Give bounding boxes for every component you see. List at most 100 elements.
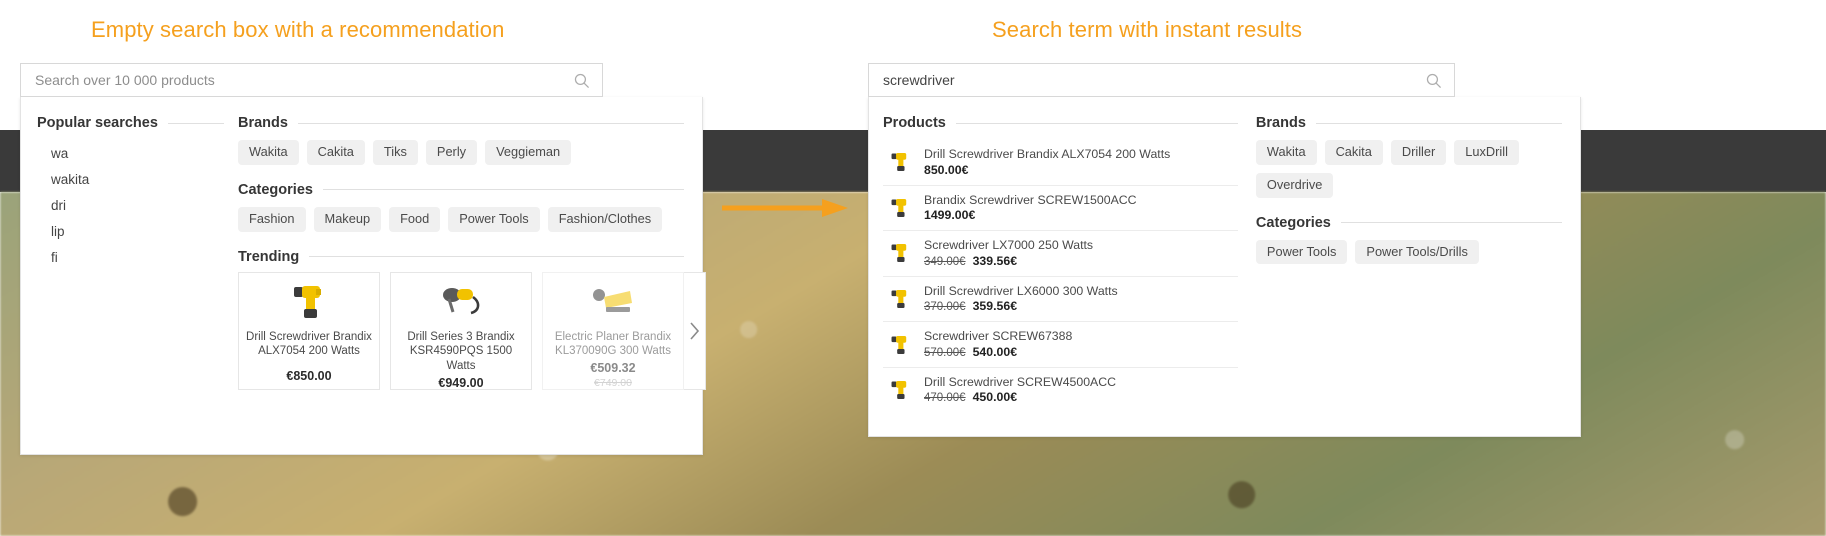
product-price: 850.00€ bbox=[924, 163, 968, 179]
product-row[interactable]: Screwdriver LX7000 250 Watts 349.00€ 339… bbox=[883, 231, 1238, 277]
trending-card-old-price: €749.00 bbox=[594, 377, 632, 389]
brands-label: Brands bbox=[238, 115, 288, 131]
drill-thumbnail-icon bbox=[885, 147, 915, 177]
product-prices: 850.00€ bbox=[924, 163, 1238, 179]
products-column: Products Drill Screwdriver Brandix bbox=[869, 97, 1238, 436]
right-panel-title: Search term with instant results bbox=[992, 17, 1302, 43]
electric-planer-image bbox=[586, 281, 640, 323]
product-row[interactable]: Drill Screwdriver SCREW4500ACC 470.00€ 4… bbox=[883, 368, 1238, 413]
popular-search-item[interactable]: lip bbox=[51, 218, 224, 244]
product-prices: 349.00€ 339.56€ bbox=[924, 254, 1238, 270]
product-old-price: 470.00€ bbox=[924, 391, 966, 406]
brand-chip[interactable]: Driller bbox=[1391, 140, 1446, 165]
trending-carousel: Drill Screwdriver Brandix ALX7054 200 Wa… bbox=[238, 272, 684, 390]
product-row[interactable]: Brandix Screwdriver SCREW1500ACC 1499.00… bbox=[883, 186, 1238, 232]
categories-chip-list-left: Fashion Makeup Food Power Tools Fashion/… bbox=[238, 207, 684, 232]
left-search-widget: Search over 10 000 products Popular sear… bbox=[20, 63, 703, 455]
products-heading: Products bbox=[883, 115, 1238, 131]
trending-card-name: Drill Screwdriver Brandix ALX7054 200 Wa… bbox=[245, 330, 373, 367]
categories-label: Categories bbox=[1256, 215, 1331, 231]
categories-chip-list-right: Power Tools Power Tools/Drills bbox=[1256, 240, 1562, 265]
trending-card-name: Electric Planer Brandix KL370090G 300 Wa… bbox=[549, 330, 677, 359]
search-input-left[interactable]: Search over 10 000 products bbox=[20, 63, 603, 97]
popular-search-item[interactable]: wakita bbox=[51, 166, 224, 192]
brand-chip[interactable]: Cakita bbox=[307, 140, 365, 165]
search-input-right[interactable]: screwdriver bbox=[868, 63, 1455, 97]
drill-thumbnail-icon bbox=[885, 238, 915, 268]
category-chip[interactable]: Fashion/Clothes bbox=[548, 207, 662, 232]
search-icon[interactable] bbox=[573, 72, 590, 89]
product-name: Drill Screwdriver SCREW4500ACC bbox=[924, 374, 1238, 391]
carousel-next-button[interactable] bbox=[684, 272, 706, 390]
trending-card[interactable]: Drill Series 3 Brandix KSR4590PQS 1500 W… bbox=[390, 272, 532, 390]
category-chip[interactable]: Makeup bbox=[314, 207, 382, 232]
brand-chip[interactable]: Wakita bbox=[1256, 140, 1317, 165]
right-facets-column: Brands Wakita Cakita Driller LuxDrill Ov… bbox=[1238, 97, 1580, 436]
category-chip[interactable]: Power Tools bbox=[448, 207, 539, 232]
product-name: Screwdriver SCREW67388 bbox=[924, 328, 1238, 345]
cordless-drill-image bbox=[286, 281, 332, 323]
product-name: Screwdriver LX7000 250 Watts bbox=[924, 237, 1238, 254]
product-prices: 1499.00€ bbox=[924, 208, 1238, 224]
product-row[interactable]: Screwdriver SCREW67388 570.00€ 540.00€ bbox=[883, 322, 1238, 368]
brands-heading-left: Brands bbox=[238, 115, 684, 131]
trending-card[interactable]: Electric Planer Brandix KL370090G 300 Wa… bbox=[542, 272, 684, 390]
popular-searches-column: Popular searches wa wakita dri lip fi bbox=[21, 97, 224, 454]
brand-chip[interactable]: Perly bbox=[426, 140, 477, 165]
product-price: 359.56€ bbox=[973, 299, 1017, 315]
category-chip[interactable]: Power Tools bbox=[1256, 240, 1347, 265]
heading-rule bbox=[168, 123, 224, 124]
search-placeholder-left: Search over 10 000 products bbox=[35, 73, 573, 87]
product-info: Drill Screwdriver LX6000 300 Watts 370.0… bbox=[924, 283, 1238, 316]
popular-search-item[interactable]: fi bbox=[51, 244, 224, 270]
search-query-text: screwdriver bbox=[883, 73, 1425, 87]
brand-chip[interactable]: Cakita bbox=[1325, 140, 1383, 165]
brand-chip[interactable]: Wakita bbox=[238, 140, 299, 165]
popular-search-item[interactable]: wa bbox=[51, 140, 224, 166]
product-info: Screwdriver LX7000 250 Watts 349.00€ 339… bbox=[924, 237, 1238, 270]
trending-card-price: €509.32 bbox=[590, 361, 635, 375]
heading-rule bbox=[956, 123, 1238, 124]
popular-searches-heading: Popular searches bbox=[37, 115, 224, 131]
category-chip[interactable]: Power Tools/Drills bbox=[1355, 240, 1478, 265]
heading-rule bbox=[1316, 123, 1562, 124]
popular-searches-list: wa wakita dri lip fi bbox=[37, 140, 224, 270]
brands-chip-list-right: Wakita Cakita Driller LuxDrill Overdrive bbox=[1256, 140, 1562, 198]
brand-chip[interactable]: Overdrive bbox=[1256, 173, 1333, 198]
category-chip[interactable]: Food bbox=[389, 207, 440, 232]
product-info: Brandix Screwdriver SCREW1500ACC 1499.00… bbox=[924, 192, 1238, 225]
categories-label: Categories bbox=[238, 182, 313, 198]
brands-label: Brands bbox=[1256, 115, 1306, 131]
drill-thumbnail-icon bbox=[885, 375, 915, 405]
heading-rule bbox=[323, 189, 684, 190]
trending-card[interactable]: Drill Screwdriver Brandix ALX7054 200 Wa… bbox=[238, 272, 380, 390]
brand-chip[interactable]: Tiks bbox=[373, 140, 418, 165]
product-name: Drill Screwdriver Brandix ALX7054 200 Wa… bbox=[924, 146, 1238, 163]
trending-card-name: Drill Series 3 Brandix KSR4590PQS 1500 W… bbox=[397, 330, 525, 374]
product-old-price: 570.00€ bbox=[924, 346, 966, 361]
search-icon[interactable] bbox=[1425, 72, 1442, 89]
product-prices: 470.00€ 450.00€ bbox=[924, 390, 1238, 406]
product-row[interactable]: Drill Screwdriver Brandix ALX7054 200 Wa… bbox=[883, 140, 1238, 186]
arrow-right-icon bbox=[722, 197, 848, 219]
product-price: 540.00€ bbox=[973, 345, 1017, 361]
heading-rule bbox=[1341, 222, 1562, 223]
product-price: 339.56€ bbox=[973, 254, 1017, 270]
category-chip[interactable]: Fashion bbox=[238, 207, 306, 232]
products-label: Products bbox=[883, 115, 946, 131]
right-search-widget: screwdriver Products bbox=[868, 63, 1581, 437]
drill-thumbnail-icon bbox=[885, 284, 915, 314]
chevron-right-icon bbox=[689, 321, 700, 341]
popular-searches-label: Popular searches bbox=[37, 115, 158, 131]
brand-chip[interactable]: Veggieman bbox=[485, 140, 571, 165]
product-result-list: Drill Screwdriver Brandix ALX7054 200 Wa… bbox=[883, 140, 1238, 412]
left-suggestions-dropdown: Popular searches wa wakita dri lip fi Br… bbox=[20, 97, 703, 455]
popular-search-item[interactable]: dri bbox=[51, 192, 224, 218]
brand-chip[interactable]: LuxDrill bbox=[1454, 140, 1519, 165]
product-row[interactable]: Drill Screwdriver LX6000 300 Watts 370.0… bbox=[883, 277, 1238, 323]
drill-thumbnail-icon bbox=[885, 193, 915, 223]
product-old-price: 370.00€ bbox=[924, 300, 966, 315]
product-info: Drill Screwdriver Brandix ALX7054 200 Wa… bbox=[924, 146, 1238, 179]
product-prices: 370.00€ 359.56€ bbox=[924, 299, 1238, 315]
product-old-price: 349.00€ bbox=[924, 255, 966, 270]
